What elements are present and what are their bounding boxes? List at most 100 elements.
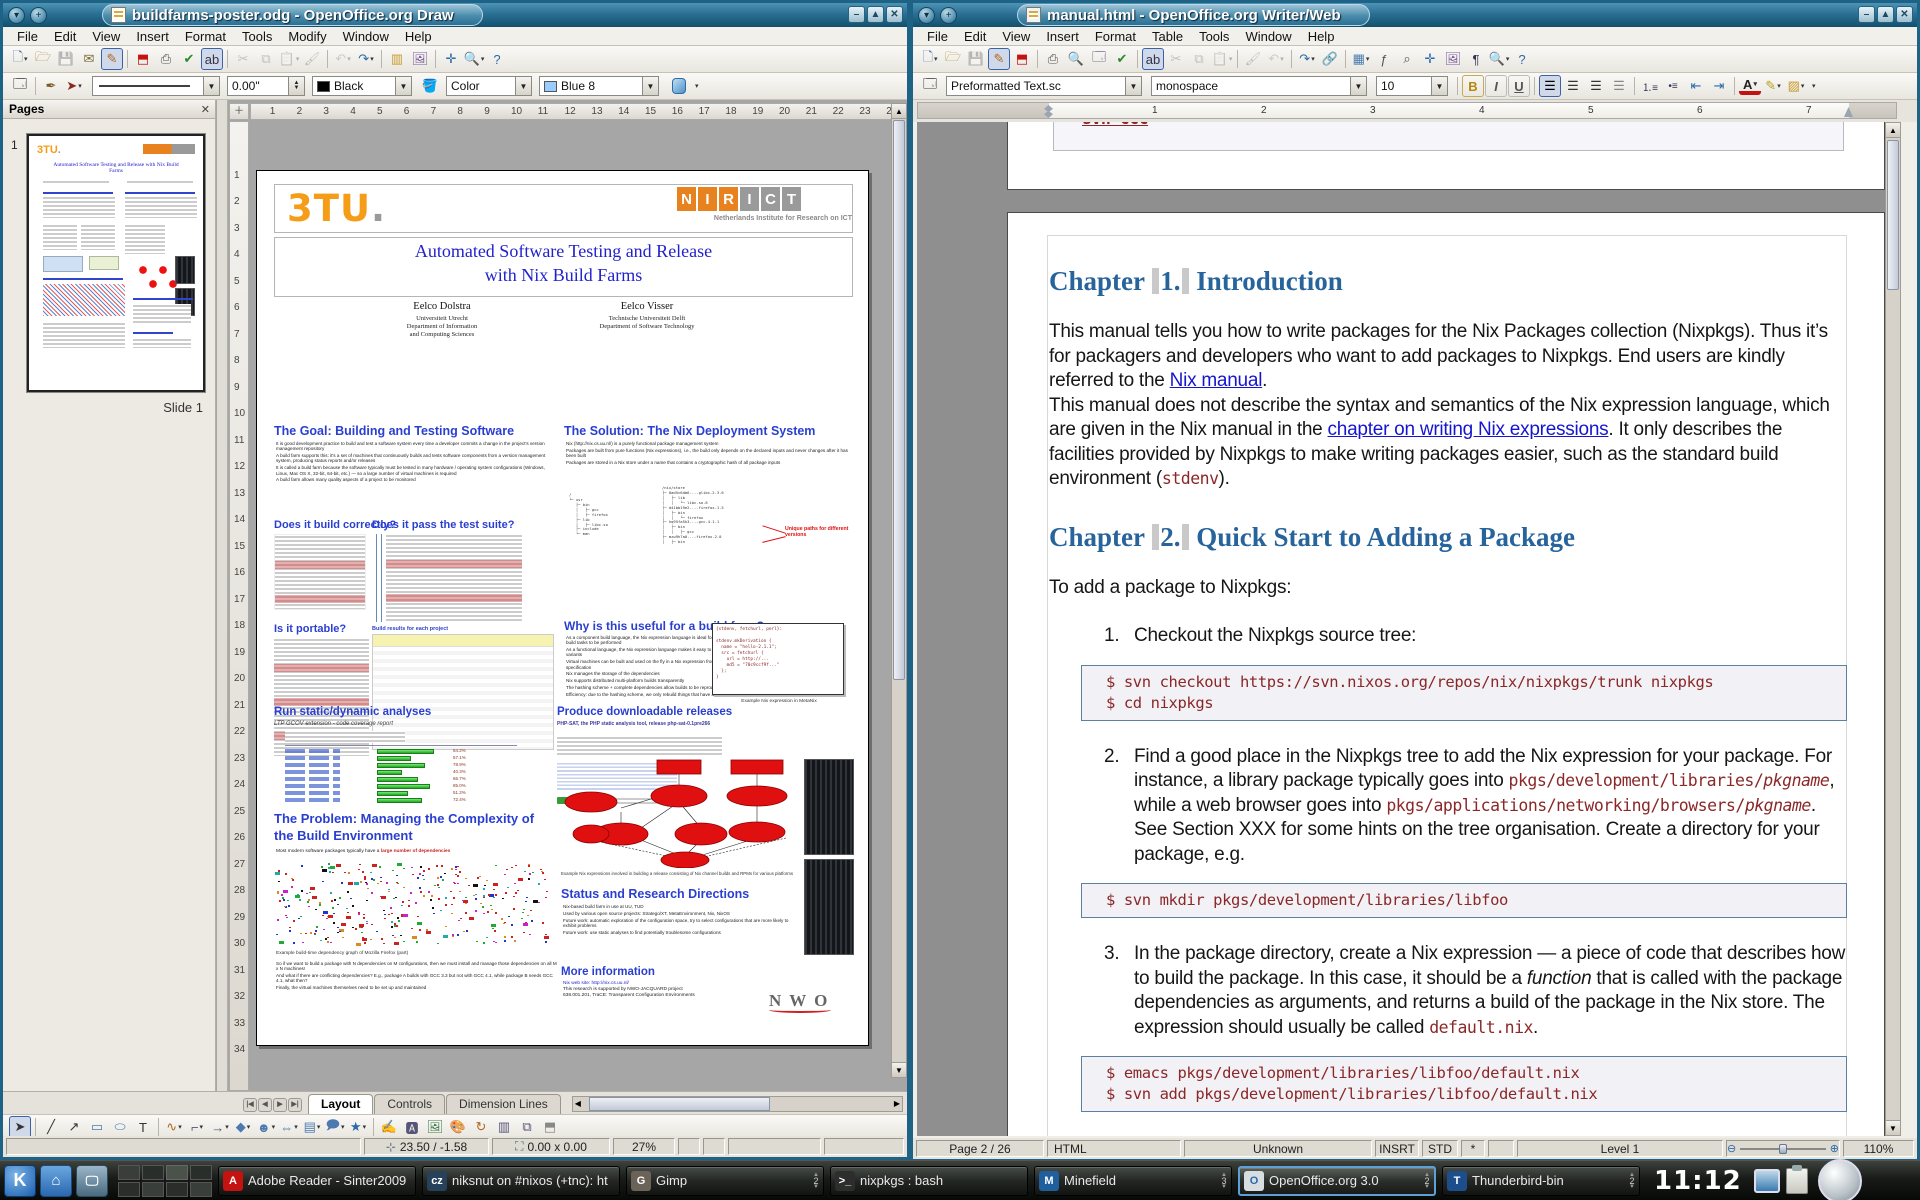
scroll-down-icon[interactable]: ▼ [892,1062,906,1077]
close-icon[interactable]: ✕ [886,6,903,23]
from-file-icon[interactable]: 🖼 [424,1116,446,1138]
task-button-thunderbird-bin[interactable]: TThunderbird-bin▲2▼ [1442,1166,1640,1196]
format-paintbrush-icon[interactable]: 🖌 [1242,48,1264,70]
gallery-icon[interactable]: 🖼 [409,48,431,70]
zoom-icon[interactable]: 🔍▾ [1488,48,1510,70]
close-icon[interactable]: ✕ [1896,6,1913,23]
scroll-right-icon[interactable]: ▶ [894,1097,900,1111]
slider-handle[interactable] [1779,1144,1787,1154]
autospellcheck-icon[interactable]: ab [201,48,223,70]
extrusion-icon[interactable]: ⬒ [539,1116,561,1138]
desktop-access-icon[interactable]: 🖵 [76,1165,108,1197]
gallery-icon[interactable]: 🖼 [1442,48,1464,70]
fill-type-combo[interactable]: Color ▼ [446,76,532,96]
chevron-down-icon[interactable]: ▼ [1125,77,1141,95]
menu-format[interactable]: Format [177,29,234,44]
maximize-icon[interactable]: ▲ [867,6,884,23]
arrow-style-icon[interactable]: ➤▾ [63,75,85,97]
select-icon[interactable]: ➤ [9,1116,31,1138]
copy-icon[interactable]: ⧉ [255,48,277,70]
draw-horizontal-scrollbar[interactable]: ◀ ▶ [572,1096,903,1112]
menu-insert[interactable]: Insert [1038,29,1087,44]
insert-mode-field[interactable]: INSRT [1375,1140,1419,1157]
numbered-list-icon[interactable]: ⒈≡ [1639,75,1661,97]
styles-icon[interactable]: 🗔 [9,75,31,97]
gear-partial-icon[interactable] [1818,1159,1862,1200]
callouts-icon[interactable]: 🗩▾ [324,1116,346,1138]
hyperlink-icon[interactable]: 🔗 [1319,48,1341,70]
table-icon[interactable]: ▦▾ [1350,48,1372,70]
format-paintbrush-icon[interactable]: 🖌 [301,48,323,70]
bold-icon[interactable]: B [1462,75,1484,97]
line-color-combo[interactable]: Black ▼ [312,76,412,96]
zoom-icon[interactable]: 🔍▾ [463,48,485,70]
ellipse-icon[interactable]: ⬭ [109,1116,131,1138]
alignment-icon[interactable]: ▥ [493,1116,515,1138]
chevron-down-icon[interactable]: ▼ [642,77,658,95]
fill-icon[interactable]: 🪣 [419,75,441,97]
open-icon[interactable]: 🗁 [942,48,964,70]
task-button-openoffice-org-3-0[interactable]: OOpenOffice.org 3.0▲2▼ [1238,1166,1436,1196]
sticky-icon[interactable]: + [30,7,47,24]
display-settings-icon[interactable] [1754,1169,1780,1193]
slide-thumbnail[interactable]: 3TU. Automated Software Testing and Rele… [27,134,205,392]
doc-link[interactable]: Nix manual [1170,370,1263,391]
italic-icon[interactable]: I [1485,75,1507,97]
menu-tools[interactable]: Tools [234,29,280,44]
undo-icon[interactable]: ↶▾ [1265,48,1287,70]
scrollbar-thumb[interactable] [589,1097,770,1111]
navigator-icon[interactable]: ✛ [440,48,462,70]
zoom-field[interactable]: 27% [613,1138,675,1155]
highlight-icon[interactable]: ✎▾ [1762,75,1784,97]
help-icon[interactable]: ? [486,48,508,70]
export-pdf-icon[interactable]: ⬒ [1011,48,1033,70]
styles-icon[interactable]: 🗔 [919,75,941,97]
chevron-down-icon[interactable]: ▼ [203,77,219,95]
export-pdf-icon[interactable]: ⬒ [132,48,154,70]
menu-help[interactable]: Help [1300,29,1343,44]
show-functions-icon[interactable]: ƒ [1373,48,1395,70]
connector-icon[interactable]: ⌐▾ [186,1116,208,1138]
scrollbar-thumb[interactable] [893,120,905,680]
scroll-up-icon[interactable]: ▲ [1886,123,1900,138]
menu-format[interactable]: Format [1087,29,1144,44]
chevron-down-icon[interactable]: ▼ [395,77,411,95]
task-button-gimp[interactable]: GGimp▲2▼ [626,1166,824,1196]
window-menu-icon[interactable]: ▾ [8,7,25,24]
menu-insert[interactable]: Insert [128,29,177,44]
flowchart-icon[interactable]: ▤▾ [301,1116,323,1138]
klipper-clipboard-icon[interactable] [1786,1168,1808,1194]
previous-page-icon[interactable]: ◀ [258,1098,272,1112]
copy-icon[interactable]: ⧉ [1188,48,1210,70]
background-color-icon[interactable]: ▨▾ [1785,75,1807,97]
menu-view[interactable]: View [84,29,128,44]
block-arrows-icon[interactable]: ⇔▾ [278,1116,300,1138]
paragraph-style-combo[interactable]: Preformatted Text.sc ▼ [946,76,1142,96]
cut-icon[interactable]: ✂ [232,48,254,70]
menu-help[interactable]: Help [397,29,440,44]
fontwork-icon[interactable]: 🅰 [401,1116,423,1138]
edit-mode-icon[interactable]: ✎ [988,48,1010,70]
cut-icon[interactable]: ✂ [1165,48,1187,70]
vertical-ruler[interactable]: 1234567891011121314151617181920212223242… [229,121,249,1091]
panel-splitter[interactable] [217,100,228,1091]
send-mail-icon[interactable]: ✉ [78,48,100,70]
selection-mode-field[interactable]: STD [1422,1140,1458,1157]
chevron-down-icon[interactable]: ▼ [1431,77,1447,95]
scroll-up-icon[interactable]: ▲ [892,104,906,119]
menu-file[interactable]: File [919,29,956,44]
align-left-icon[interactable]: ☰ [1539,75,1561,97]
zoom-percent-field[interactable]: 110% [1843,1140,1914,1157]
writer-document-area[interactable]: svn ccc Chapter 1. IntroductionThis manu… [917,122,1901,1136]
scroll-down-icon[interactable]: ▼ [1886,1120,1900,1135]
last-page-icon[interactable]: ▶| [288,1098,302,1112]
zoom-in-icon[interactable]: ⊕ [1830,1142,1839,1155]
task-button-adobe-reader-sinter2009[interactable]: AAdobe Reader - Sinter2009 [218,1166,416,1196]
increase-indent-icon[interactable]: ⇥ [1708,75,1730,97]
desktop-pager[interactable] [118,1165,212,1197]
menu-view[interactable]: View [994,29,1038,44]
text-icon[interactable]: T [132,1116,154,1138]
writer-vertical-scrollbar[interactable]: ▲ ▼ [1885,122,1901,1136]
menu-file[interactable]: File [9,29,46,44]
scroll-left-icon[interactable]: ◀ [575,1097,581,1111]
